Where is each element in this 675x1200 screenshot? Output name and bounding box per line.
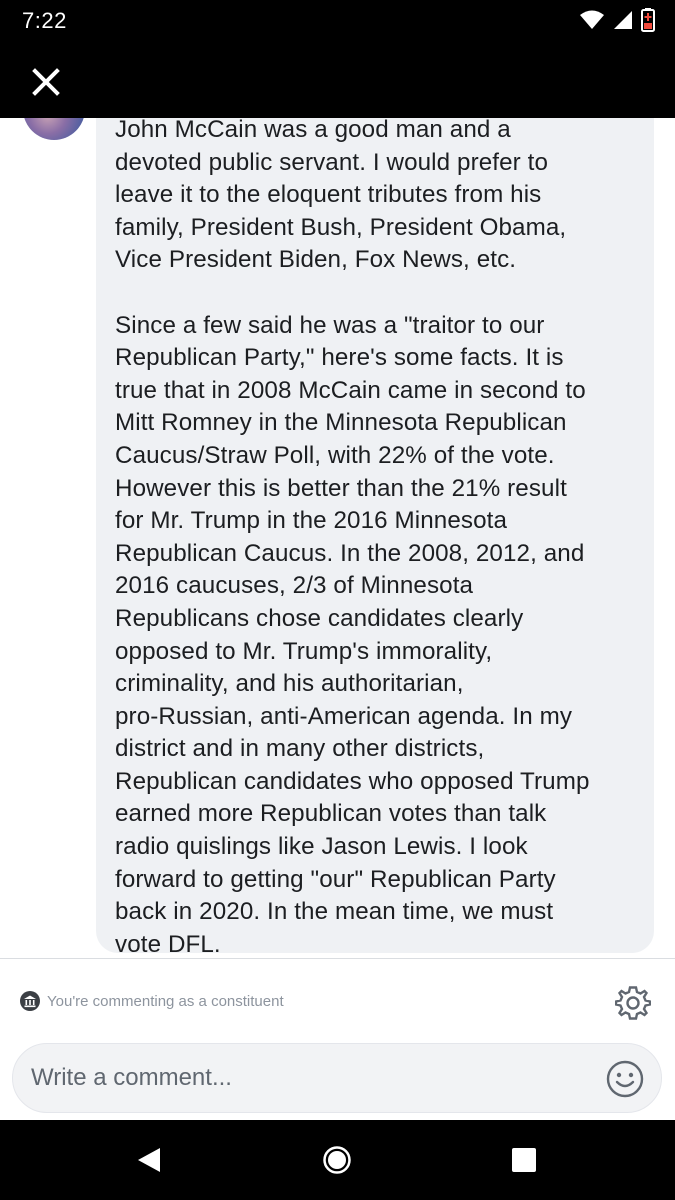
wifi-icon [580, 10, 604, 29]
android-nav-bar [0, 1120, 675, 1200]
status-icons [579, 8, 655, 32]
home-icon [323, 1146, 351, 1174]
comment-thread[interactable]: John McCain was a good man and a devoted… [0, 118, 675, 958]
recents-button[interactable] [504, 1140, 544, 1180]
status-time: 7:22 [22, 8, 67, 33]
top-toolbar [0, 42, 675, 118]
constituent-row: You're commenting as a constituent [0, 959, 675, 1043]
smiley-icon [606, 1060, 644, 1098]
status-bar: 7:22 [0, 0, 675, 42]
home-button[interactable] [317, 1140, 357, 1180]
comment-input-placeholder: Write a comment... [31, 1064, 232, 1091]
comment-text: John McCain was a good man and a devoted… [115, 118, 590, 958]
avatar[interactable] [23, 118, 85, 140]
close-icon [32, 68, 60, 96]
settings-button[interactable] [614, 985, 652, 1021]
emoji-button[interactable] [605, 1059, 645, 1099]
constituent-label: You're commenting as a constituent [47, 993, 284, 1010]
gear-icon [614, 986, 652, 1020]
signal-icon [614, 11, 632, 29]
back-icon [138, 1148, 160, 1172]
close-button[interactable] [26, 62, 66, 102]
recents-icon [512, 1148, 536, 1172]
comment-input[interactable]: Write a comment... [12, 1043, 662, 1113]
battery-icon [641, 8, 655, 32]
back-button[interactable] [129, 1140, 169, 1180]
government-building-icon [20, 991, 40, 1011]
